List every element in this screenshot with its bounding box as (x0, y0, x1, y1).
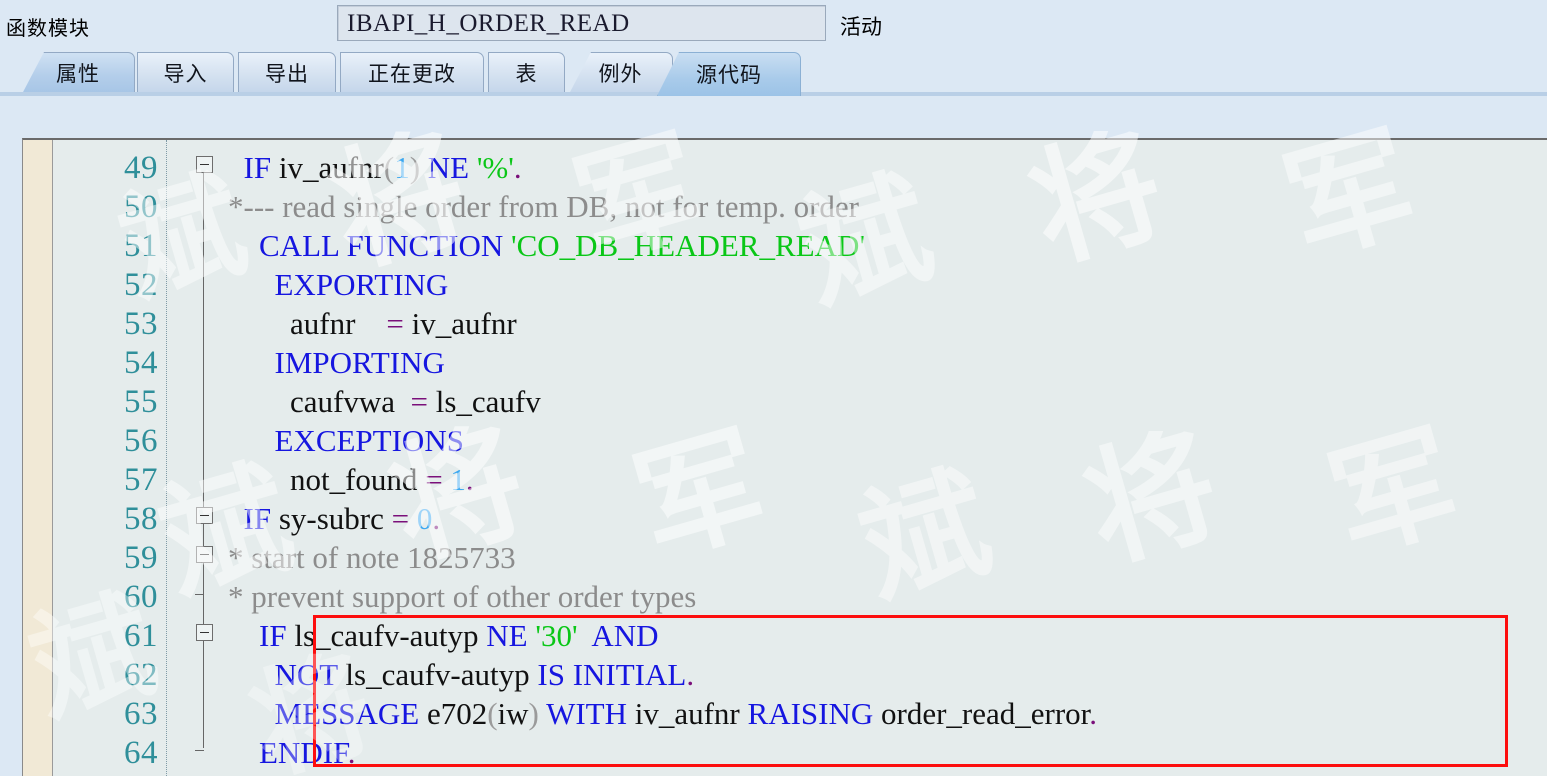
fold-tick-60 (195, 594, 204, 595)
sap-function-module-editor: 函数模块 IBAPI_H_ORDER_READ 活动 属性 导入 导出 正在更改… (0, 0, 1547, 776)
tab-source-code[interactable]: 源代码 (657, 52, 801, 96)
code-line-58: IF sy-subrc = 0. (228, 501, 441, 536)
code-line-64: ENDIF. (228, 735, 356, 770)
tab-label: 表 (515, 61, 538, 86)
code-line-50: *--- read single order from DB, not for … (228, 189, 859, 224)
tab-label: 源代码 (696, 62, 762, 87)
object-header: 函数模块 IBAPI_H_ORDER_READ 活动 (0, 0, 1547, 50)
code-line-56: EXCEPTIONS (228, 423, 464, 458)
line-number: 49 (124, 150, 158, 186)
line-number: 61 (124, 618, 158, 654)
source-code-editor[interactable]: 49 50 51 52 53 54 55 56 57 58 59 60 61 6… (22, 138, 1547, 776)
line-number: 55 (124, 384, 158, 420)
tab-exceptions[interactable]: 例外 (569, 52, 673, 94)
tab-attributes[interactable]: 属性 (22, 52, 135, 94)
editor-margin-strip (23, 140, 53, 776)
line-number: 54 (124, 345, 158, 381)
fold-marker-59[interactable] (196, 546, 213, 563)
tab-label: 正在更改 (368, 61, 456, 86)
fold-marker-58[interactable] (196, 507, 213, 524)
tab-changing[interactable]: 正在更改 (340, 52, 484, 94)
fold-tick-64 (195, 750, 204, 751)
code-text-area[interactable]: IF iv_aufnr(1) NE '%'. *--- read single … (228, 140, 1547, 776)
line-number: 60 (124, 579, 158, 615)
tab-label: 例外 (598, 61, 643, 86)
line-number: 62 (124, 657, 158, 693)
code-line-61: IF ls_caufv-autyp NE '30' AND (228, 618, 659, 653)
line-number: 52 (124, 267, 158, 303)
code-line-60: * prevent support of other order types (228, 579, 697, 614)
code-line-57: not_found = 1. (228, 462, 474, 497)
tab-label: 属性 (56, 61, 100, 86)
tab-label: 导入 (163, 61, 208, 86)
tab-import[interactable]: 导入 (137, 52, 234, 94)
tab-export[interactable]: 导出 (238, 52, 336, 94)
line-number: 58 (124, 501, 158, 537)
code-line-51: CALL FUNCTION 'CO_DB_HEADER_READ' (228, 228, 865, 263)
fold-marker-49[interactable] (196, 156, 213, 173)
code-line-63: MESSAGE e702(iw) WITH iv_aufnr RAISING o… (228, 696, 1098, 731)
code-folding-gutter[interactable] (167, 140, 227, 776)
code-line-52: EXPORTING (228, 267, 449, 302)
code-line-59: * start of note 1825733 (228, 540, 516, 575)
line-number: 51 (124, 228, 158, 264)
tab-strip: 属性 导入 导出 正在更改 表 例外 源代码 (0, 52, 1547, 96)
line-number: 53 (124, 306, 158, 342)
object-status-label: 活动 (840, 15, 882, 39)
line-number: 63 (124, 696, 158, 732)
fold-connector-line (203, 168, 204, 748)
function-module-name-field[interactable]: IBAPI_H_ORDER_READ (337, 5, 826, 41)
line-number-gutter: 49 50 51 52 53 54 55 56 57 58 59 60 61 6… (54, 140, 166, 776)
code-line-53: aufnr = iv_aufnr (228, 306, 517, 341)
code-line-55: caufvwa = ls_caufv (228, 384, 541, 419)
line-number: 59 (124, 540, 158, 576)
tab-tables[interactable]: 表 (488, 52, 565, 94)
line-number: 50 (124, 189, 158, 225)
tab-label: 导出 (265, 61, 309, 86)
object-type-label: 函数模块 (6, 16, 90, 40)
line-number: 64 (124, 735, 158, 771)
code-line-54: IMPORTING (228, 345, 445, 380)
code-line-62: NOT ls_caufv-autyp IS INITIAL. (228, 657, 695, 692)
code-line-49: IF iv_aufnr(1) NE '%'. (228, 150, 522, 185)
line-number: 57 (124, 462, 158, 498)
line-number: 56 (124, 423, 158, 459)
fold-marker-61[interactable] (196, 624, 213, 641)
